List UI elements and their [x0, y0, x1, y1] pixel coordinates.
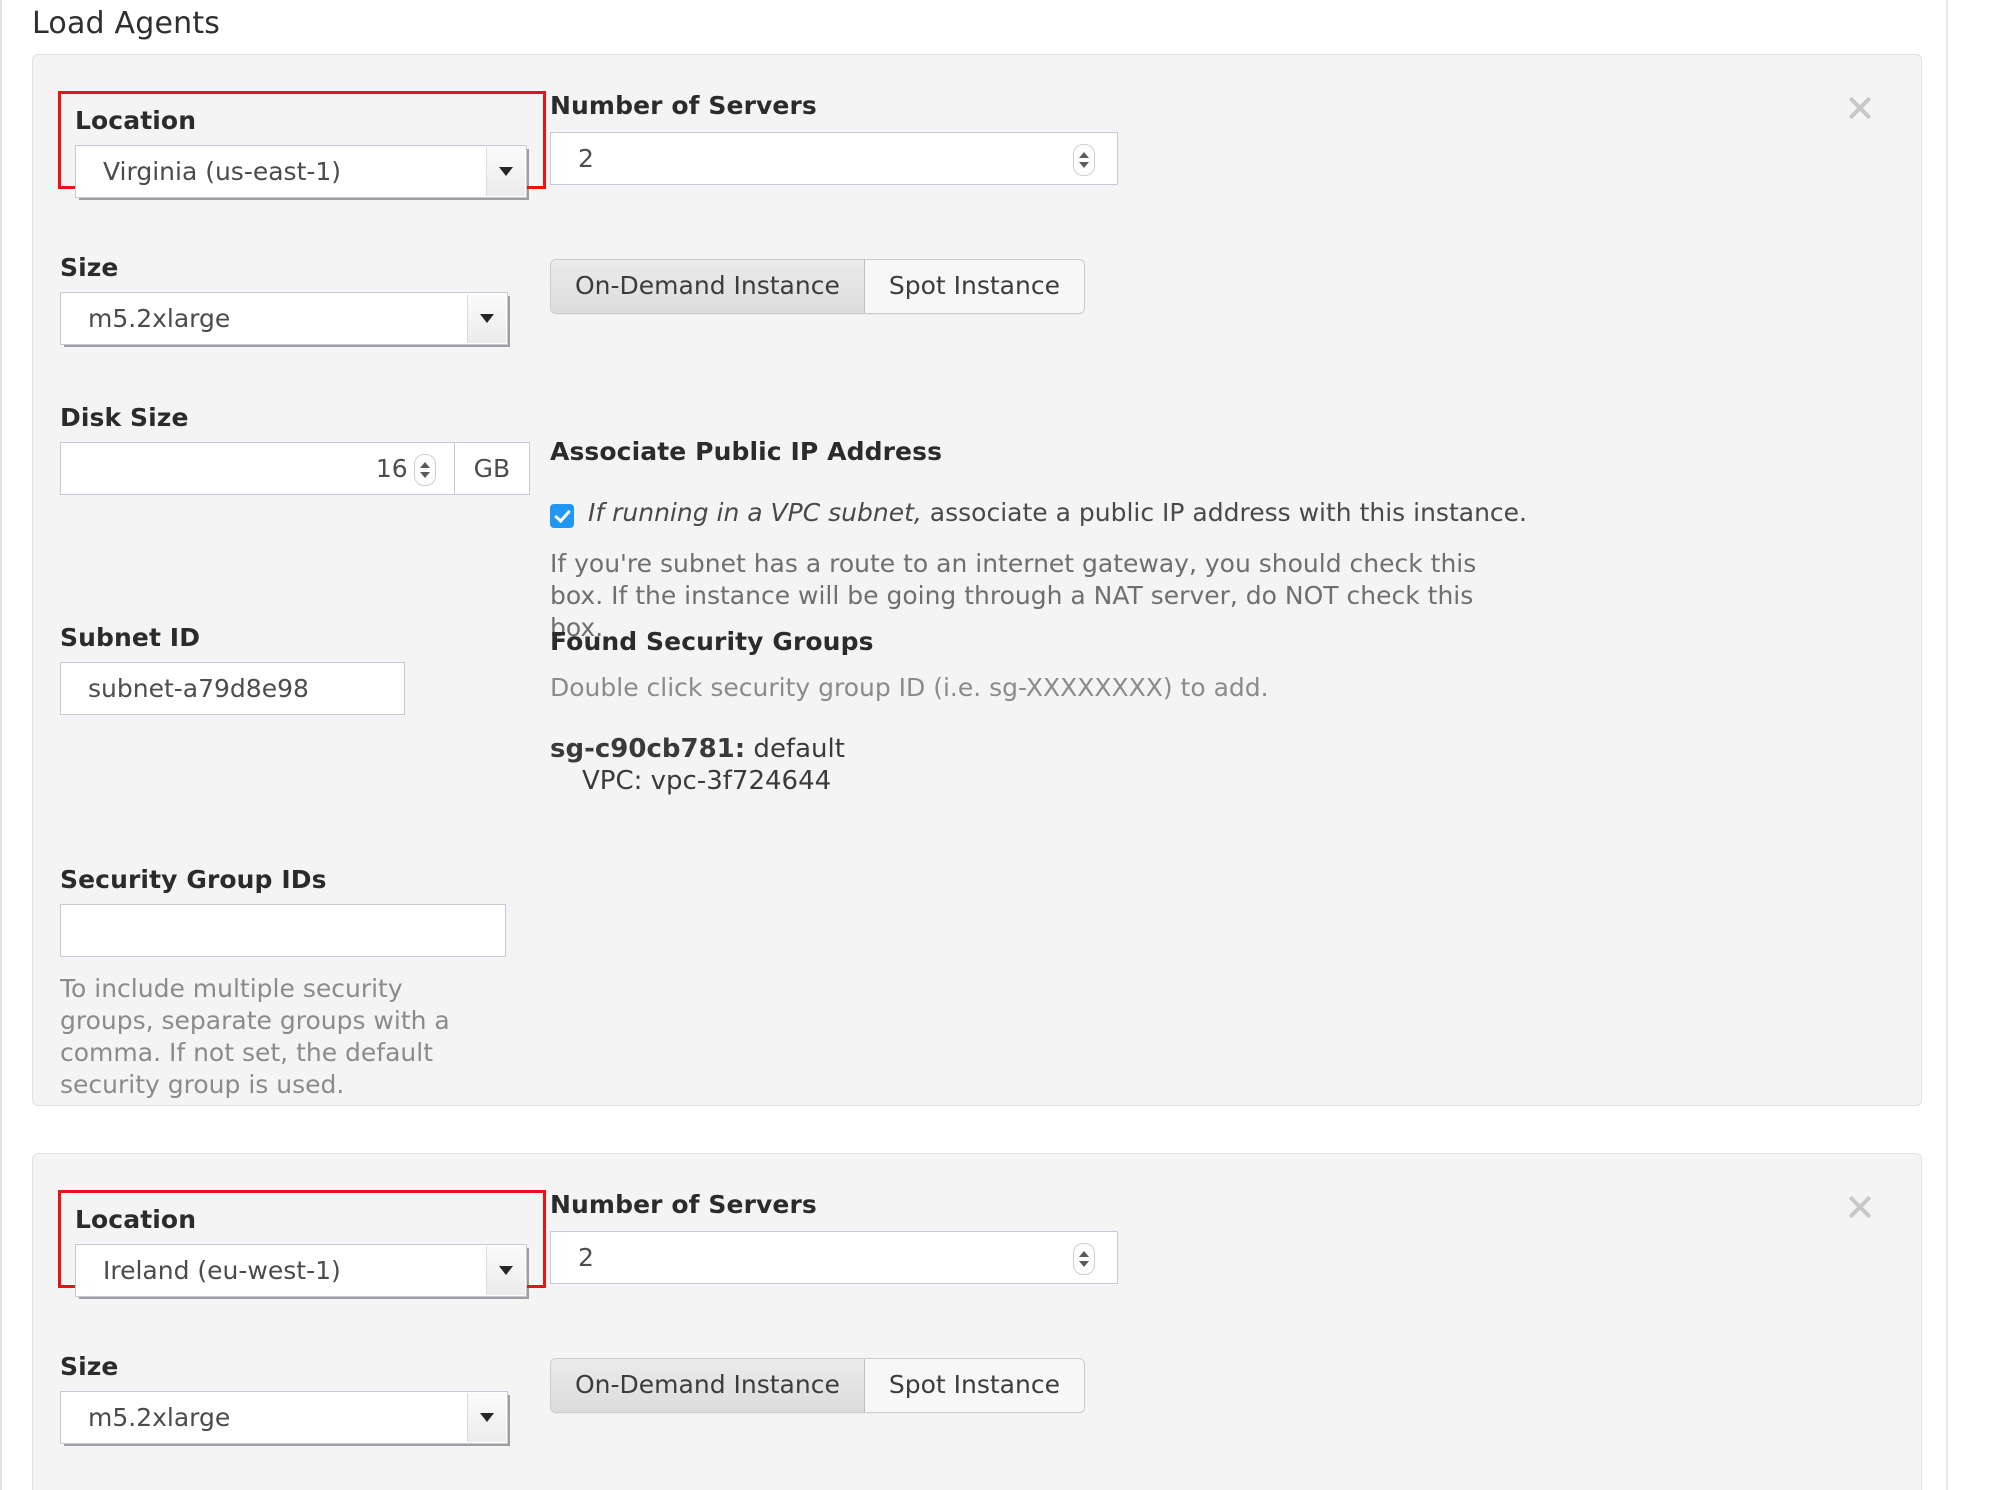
- security-group-id-row-1: sg-c90cb781: default: [550, 732, 1450, 766]
- instance-type-toggle-2: On-Demand Instance Spot Instance: [550, 1358, 1085, 1413]
- disk-size-input-row-1: 16 GB: [60, 442, 530, 495]
- size-field-1: Size m5.2xlarge: [60, 253, 530, 345]
- spinner-icon[interactable]: [413, 454, 436, 486]
- associate-public-ip-section-1: Associate Public IP Address If running i…: [550, 437, 1780, 644]
- number-of-servers-label-1: Number of Servers: [550, 91, 817, 120]
- subnet-id-field-1: Subnet ID subnet-a79d8e98: [60, 623, 530, 715]
- close-icon[interactable]: [1843, 1190, 1877, 1224]
- on-demand-instance-button-1[interactable]: On-Demand Instance: [551, 260, 865, 313]
- number-of-servers-input-1[interactable]: 2: [550, 132, 1118, 185]
- location-label-1: Location: [75, 106, 197, 135]
- subnet-id-input-1[interactable]: subnet-a79d8e98: [60, 662, 405, 715]
- security-group-name-1: default: [745, 734, 845, 764]
- associate-public-ip-label-1: Associate Public IP Address: [550, 437, 943, 466]
- associate-public-ip-checkbox-label-1: If running in a VPC subnet, associate a …: [588, 498, 1527, 528]
- number-of-servers-field-1: Number of Servers 2: [550, 91, 1118, 185]
- found-security-groups-help-1: Double click security group ID (i.e. sg-…: [550, 673, 1269, 702]
- location-value-1: Virginia (us-east-1): [103, 157, 342, 186]
- chevron-down-icon[interactable]: [486, 147, 525, 196]
- security-group-ids-field-1: Security Group IDs To include multiple s…: [60, 865, 530, 1101]
- on-demand-instance-button-2[interactable]: On-Demand Instance: [551, 1359, 865, 1412]
- size-select-1[interactable]: m5.2xlarge: [60, 292, 508, 345]
- number-of-servers-input-2[interactable]: 2: [550, 1231, 1118, 1284]
- vertical-scrollbar[interactable]: [1946, 0, 1990, 1490]
- size-label-1: Size: [60, 253, 119, 282]
- disk-size-field-1: Disk Size 16 GB: [60, 403, 530, 495]
- number-of-servers-field-2: Number of Servers 2: [550, 1190, 1118, 1284]
- size-value-1: m5.2xlarge: [88, 304, 231, 333]
- instance-type-toggle-1: On-Demand Instance Spot Instance: [550, 259, 1085, 314]
- location-value-2: Ireland (eu-west-1): [103, 1256, 341, 1285]
- load-agent-card-2: Location Ireland (eu-west-1) Size m5.2xl…: [32, 1153, 1922, 1490]
- close-icon[interactable]: [1843, 91, 1877, 125]
- found-security-groups-section-1: Found Security Groups Double click secur…: [550, 627, 1450, 796]
- load-agents-page: Load Agents Location Virginia (us-east-1…: [0, 0, 1990, 1490]
- chevron-down-icon[interactable]: [467, 1393, 506, 1442]
- subnet-id-label-1: Subnet ID: [60, 623, 201, 652]
- found-security-groups-label-1: Found Security Groups: [550, 627, 874, 656]
- number-of-servers-label-2: Number of Servers: [550, 1190, 817, 1219]
- associate-public-ip-rest-1: associate a public IP address with this …: [921, 498, 1527, 527]
- check-icon[interactable]: [550, 504, 574, 528]
- load-agent-card-1: Location Virginia (us-east-1) Size m5.2x…: [32, 54, 1922, 1106]
- found-security-group-item-1[interactable]: sg-c90cb781: default VPC: vpc-3f724644: [550, 732, 1450, 796]
- security-group-id-1: sg-c90cb781:: [550, 734, 746, 764]
- associate-public-ip-emphasis-1: If running in a VPC subnet,: [588, 498, 922, 527]
- spinner-icon[interactable]: [1073, 144, 1095, 176]
- number-of-servers-value-2: 2: [578, 1243, 594, 1272]
- disk-size-unit-1: GB: [454, 442, 530, 495]
- subnet-id-value-1: subnet-a79d8e98: [88, 674, 309, 703]
- location-field-highlight-2: Location Ireland (eu-west-1): [58, 1190, 546, 1297]
- security-group-ids-input-1[interactable]: [60, 904, 506, 957]
- size-label-2: Size: [60, 1352, 119, 1381]
- security-group-ids-label-1: Security Group IDs: [60, 865, 327, 894]
- location-select-1[interactable]: Virginia (us-east-1): [75, 145, 527, 198]
- spot-instance-button-2[interactable]: Spot Instance: [864, 1359, 1084, 1412]
- size-field-2: Size m5.2xlarge: [60, 1352, 530, 1444]
- page-title: Load Agents: [32, 6, 221, 41]
- location-select-2[interactable]: Ireland (eu-west-1): [75, 1244, 527, 1297]
- security-group-help-1: To include multiple security groups, sep…: [60, 974, 450, 1099]
- security-group-vpc-1: VPC: vpc-3f724644: [582, 766, 832, 797]
- spot-instance-button-1[interactable]: Spot Instance: [864, 260, 1084, 313]
- location-field-highlight-1: Location Virginia (us-east-1): [58, 91, 546, 198]
- size-value-2: m5.2xlarge: [88, 1403, 231, 1432]
- disk-size-value-1: 16: [375, 454, 408, 483]
- chevron-down-icon[interactable]: [467, 294, 506, 343]
- number-of-servers-value-1: 2: [578, 144, 594, 173]
- size-select-2[interactable]: m5.2xlarge: [60, 1391, 508, 1444]
- disk-size-label-1: Disk Size: [60, 403, 189, 432]
- disk-size-input-1[interactable]: 16: [60, 442, 455, 495]
- chevron-down-icon[interactable]: [486, 1246, 525, 1295]
- spinner-icon[interactable]: [1073, 1243, 1095, 1275]
- location-label-2: Location: [75, 1205, 197, 1234]
- associate-public-ip-checkbox-row-1[interactable]: If running in a VPC subnet, associate a …: [550, 498, 1780, 528]
